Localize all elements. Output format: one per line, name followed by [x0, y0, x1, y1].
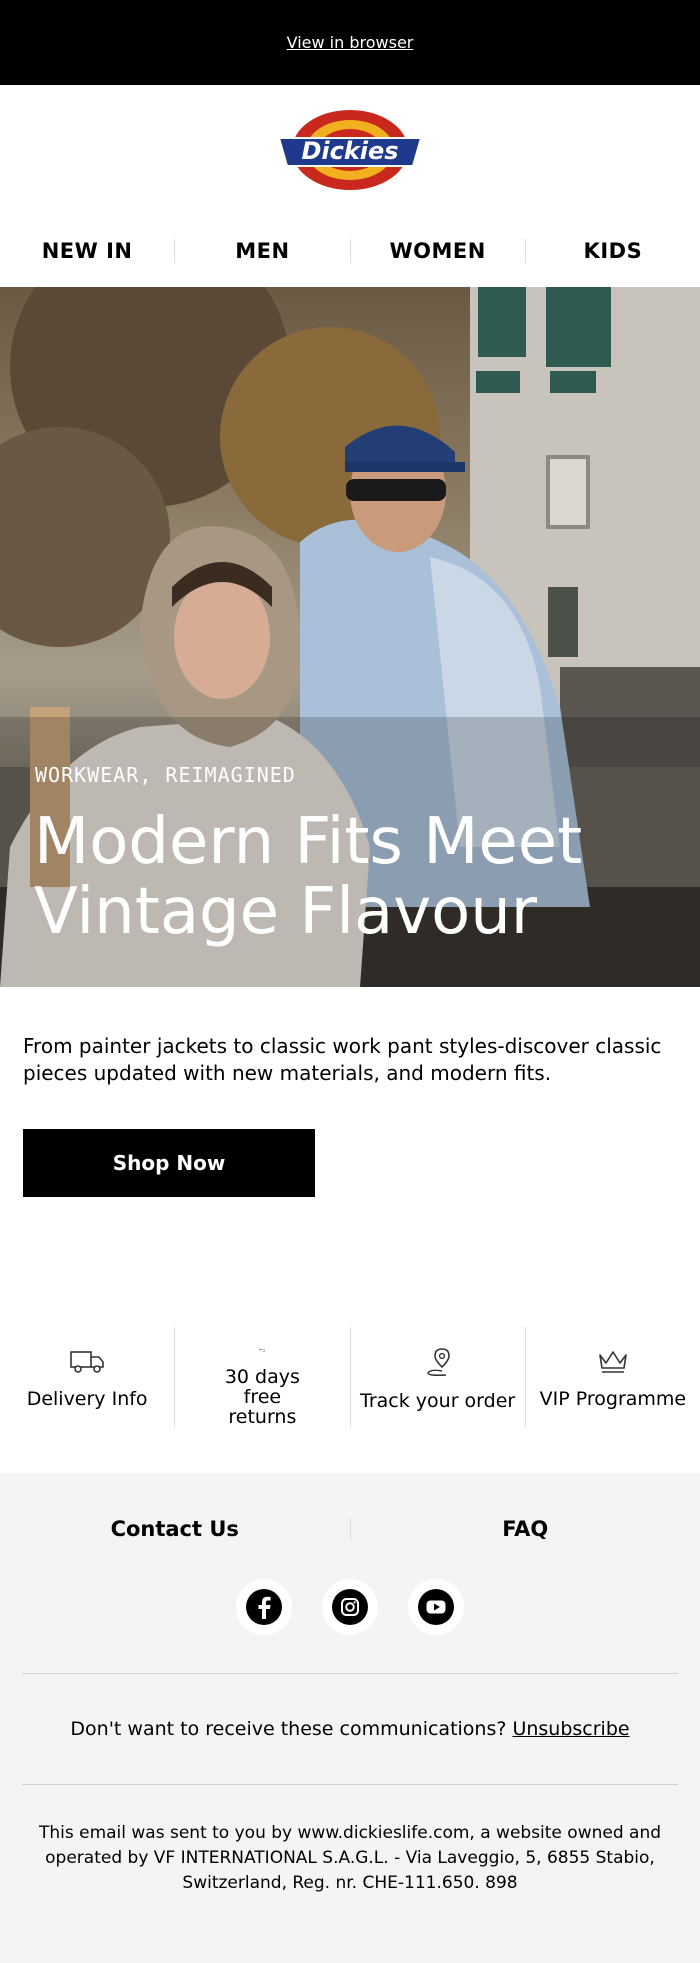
- hero-eyebrow: WORKWEAR, REIMAGINED: [35, 763, 296, 787]
- location-pin-icon: [420, 1347, 456, 1377]
- service-delivery-info[interactable]: Delivery Info: [0, 1327, 175, 1427]
- unsubscribe-row: Don't want to receive these communicatio…: [0, 1674, 700, 1784]
- main-nav: NEW IN MEN WOMEN KIDS: [0, 215, 700, 287]
- view-in-browser-link[interactable]: View in browser: [287, 33, 414, 52]
- dickies-logo[interactable]: Dickies: [275, 108, 425, 192]
- facebook-link[interactable]: [236, 1579, 292, 1635]
- shop-now-button[interactable]: Shop Now: [23, 1129, 315, 1197]
- footer-links: Contact Us FAQ: [0, 1473, 700, 1585]
- instagram-link[interactable]: [322, 1579, 378, 1635]
- faq-link[interactable]: FAQ: [351, 1518, 700, 1540]
- top-bar: View in browser: [0, 0, 700, 85]
- service-returns[interactable]: 30 days free returns: [175, 1327, 350, 1427]
- service-label: VIP Programme: [540, 1389, 686, 1409]
- nav-item-men[interactable]: MEN: [175, 239, 350, 263]
- legal-text: This email was sent to you by www.dickie…: [0, 1785, 700, 1896]
- intro-text: From painter jackets to classic work pan…: [0, 987, 700, 1087]
- logo-area: Dickies: [0, 85, 700, 215]
- service-label: 30 days free returns: [207, 1367, 317, 1427]
- unsubscribe-prompt: Don't want to receive these communicatio…: [70, 1718, 506, 1740]
- facebook-icon: [245, 1588, 283, 1626]
- return-arrow-icon: [244, 1347, 280, 1353]
- service-label: Delivery Info: [27, 1389, 148, 1409]
- youtube-link[interactable]: [408, 1579, 464, 1635]
- service-label: Track your order: [360, 1391, 515, 1411]
- logo-text: Dickies: [301, 137, 398, 165]
- social-links: [0, 1579, 700, 1635]
- crown-icon: [595, 1347, 631, 1375]
- instagram-icon: [331, 1588, 369, 1626]
- nav-item-kids[interactable]: KIDS: [526, 239, 700, 263]
- hero-headline: Modern Fits Meet Vintage Flavour: [34, 807, 680, 947]
- services-row: Delivery Info 30 days free returns Track…: [0, 1327, 700, 1427]
- footer: Contact Us FAQ Don't wa: [0, 1473, 700, 1963]
- service-vip-programme[interactable]: VIP Programme: [526, 1327, 700, 1427]
- contact-us-link[interactable]: Contact Us: [0, 1518, 351, 1540]
- nav-item-new-in[interactable]: NEW IN: [0, 239, 175, 263]
- truck-icon: [69, 1347, 105, 1375]
- unsubscribe-link[interactable]: Unsubscribe: [512, 1718, 629, 1740]
- nav-item-women[interactable]: WOMEN: [351, 239, 526, 263]
- youtube-icon: [417, 1588, 455, 1626]
- service-track-order[interactable]: Track your order: [351, 1327, 526, 1427]
- hero-banner[interactable]: WORKWEAR, REIMAGINED Modern Fits Meet Vi…: [0, 287, 700, 987]
